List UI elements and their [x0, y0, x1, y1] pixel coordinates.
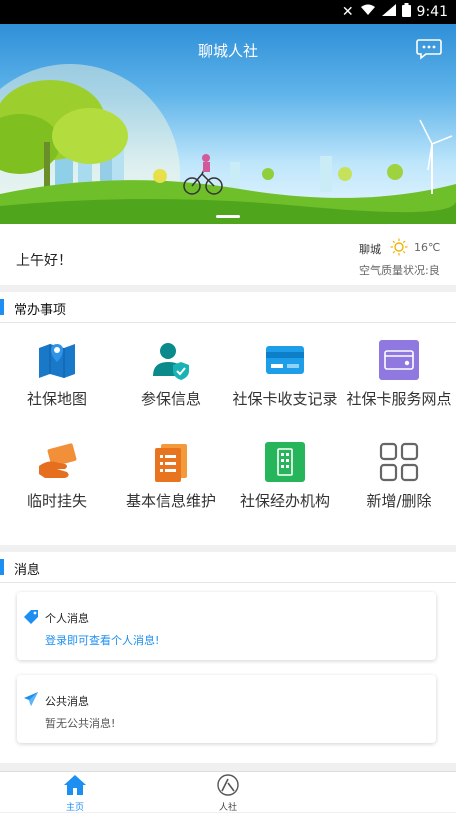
tab-label: 人社	[218, 803, 237, 813]
hero-banner[interactable]: 聊城人社	[0, 24, 456, 224]
building-icon	[265, 442, 305, 482]
card-title: 个人消息	[45, 612, 89, 625]
card-outlet-icon	[379, 340, 419, 380]
task-label: 新增/删除	[366, 492, 432, 510]
task-card-records[interactable]: 社保卡收支记录	[228, 340, 342, 409]
signal-icon	[381, 4, 396, 20]
personal-message-card[interactable]: 个人消息 登录即可查看个人消息!	[17, 592, 436, 660]
section-accent-bar	[0, 559, 4, 575]
task-insurance-info[interactable]: 参保信息	[114, 340, 228, 409]
card-icon	[265, 340, 305, 380]
air-quality: 空气质量状况:良	[359, 264, 440, 277]
messages-header: 消息	[0, 552, 456, 583]
task-info-maintenance[interactable]: 基本信息维护	[114, 442, 228, 511]
messages-section: 消息 个人消息 登录即可查看个人消息! 公共消息 暂无公共消息!	[0, 552, 456, 763]
task-card-outlets[interactable]: 社保卡服务网点	[342, 340, 456, 409]
app-title: 聊城人社	[197, 42, 258, 60]
grid-icon	[379, 442, 419, 482]
common-tasks-header: 常办事项	[0, 292, 456, 323]
message-icon[interactable]	[416, 38, 442, 60]
greeting-card: 上午好！ 聊城 16℃ 空气质量状况:良	[0, 224, 456, 285]
paper-plane-icon	[23, 691, 39, 707]
clock: 9:41	[416, 4, 448, 20]
section-accent-bar	[0, 299, 4, 315]
tab-label: 主页	[65, 803, 84, 813]
temperature: 16℃	[414, 241, 441, 254]
task-label: 基本信息维护	[125, 492, 216, 510]
battery-icon	[401, 3, 411, 21]
tag-icon	[23, 608, 39, 624]
card-title: 公共消息	[45, 695, 89, 708]
status-bar: ✕ 9:41	[0, 0, 456, 24]
section-title: 消息	[14, 563, 41, 578]
task-social-map[interactable]: 社保地图	[0, 340, 114, 409]
hand-card-icon	[37, 442, 77, 482]
task-label: 临时挂失	[26, 492, 87, 510]
login-prompt-link[interactable]: 登录即可查看个人消息!	[45, 632, 159, 648]
tab-home[interactable]: 主页	[45, 774, 105, 813]
document-icon	[151, 442, 191, 482]
section-title: 常办事项	[14, 303, 67, 318]
task-temporary-loss[interactable]: 临时挂失	[0, 442, 114, 511]
wifi-icon	[360, 4, 376, 20]
task-label: 社保经办机构	[239, 492, 330, 510]
common-tasks-section: 常办事项 社保地图 参保信息 社保卡收支记录 社保卡服务网点 临时挂失 基本信息…	[0, 292, 456, 545]
public-message-card[interactable]: 公共消息 暂无公共消息!	[17, 675, 436, 743]
user-shield-icon	[151, 340, 191, 380]
task-label: 参保信息	[140, 390, 201, 408]
map-icon	[37, 340, 77, 380]
city-name: 聊城	[359, 243, 381, 256]
task-label: 社保卡收支记录	[232, 390, 338, 408]
carousel-indicator[interactable]	[216, 215, 240, 218]
sun-icon	[390, 238, 408, 256]
task-add-remove[interactable]: 新增/删除	[342, 442, 456, 511]
person-icon	[198, 774, 258, 800]
greeting-text: 上午好！	[16, 253, 72, 269]
card-text: 暂无公共消息!	[45, 717, 116, 730]
mute-icon: ✕	[341, 4, 354, 20]
bottom-nav: 主页 人社	[0, 771, 456, 813]
task-label: 社保地图	[26, 390, 87, 408]
task-agencies[interactable]: 社保经办机构	[228, 442, 342, 511]
task-label: 社保卡服务网点	[346, 390, 452, 408]
tab-hrss[interactable]: 人社	[198, 774, 258, 813]
home-icon	[45, 774, 105, 800]
